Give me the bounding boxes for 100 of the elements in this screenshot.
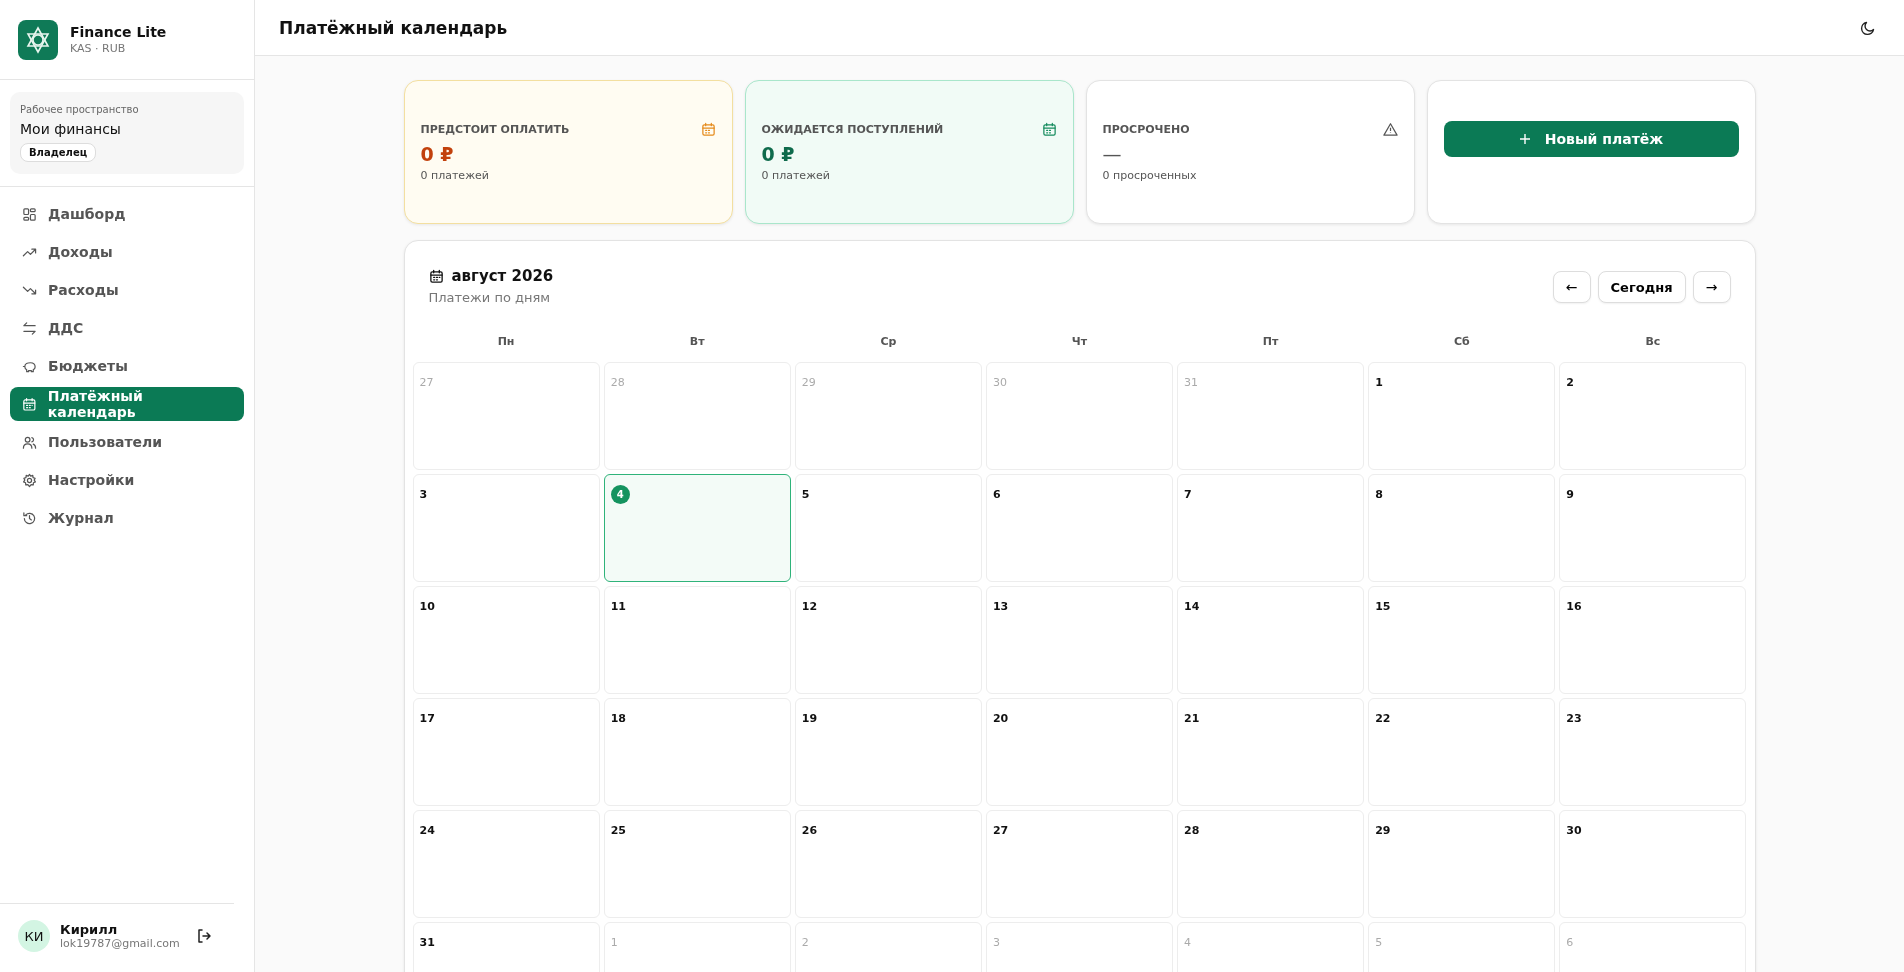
weekday-label: Чт (1070, 335, 1089, 350)
weekday-label: Ср (879, 335, 898, 350)
day-number: 13 (992, 600, 1009, 613)
logout-icon[interactable] (195, 928, 212, 944)
workspace-card[interactable]: Рабочее пространство Мои финансы Владелец (10, 92, 244, 174)
sidebar-item[interactable]: Доходы (10, 235, 244, 269)
day-cell[interactable]: 31 (412, 922, 600, 972)
day-number: 18 (610, 712, 626, 725)
day-number: 2 (801, 936, 809, 949)
day-cell[interactable]: 19 (794, 698, 982, 806)
new-payment-button[interactable]: Новый платёж (1443, 121, 1739, 157)
today-button[interactable]: Сегодня (1597, 271, 1686, 303)
day-number: 26 (801, 824, 818, 837)
sidebar-item[interactable]: Бюджеты (10, 349, 244, 383)
day-cell[interactable]: 28 (1177, 810, 1365, 918)
weekday-label: Пн (496, 335, 516, 350)
next-month-button[interactable]: → (1692, 271, 1731, 303)
day-number: 6 (992, 488, 1001, 501)
page-title: Платёжный календарь (279, 17, 508, 38)
day-cell[interactable]: 13 (985, 586, 1174, 694)
day-number: 3 (419, 488, 428, 501)
sidebar-item[interactable]: ДДС (10, 311, 244, 345)
day-number: 15 (1375, 600, 1391, 613)
day-cell[interactable]: 4 (603, 474, 791, 582)
day-number: 10 (419, 600, 435, 613)
day-cell[interactable]: 17 (412, 698, 600, 806)
stat-value: 0 ₽ (761, 143, 796, 165)
stat-title: ОЖИДАЕТСЯ ПОСТУПЛЕНИЙ (761, 123, 944, 136)
day-number: 24 (419, 824, 435, 837)
swap-arrows-icon (22, 320, 37, 336)
day-number: 19 (801, 712, 818, 725)
day-number: 3 (992, 936, 1000, 949)
day-cell[interactable]: 9 (1559, 474, 1747, 582)
day-cell[interactable]: 21 (1177, 698, 1365, 806)
history-icon (22, 510, 37, 526)
calendar-subtitle: Платежи по дням (428, 290, 552, 305)
stat-note: 0 просроченных (1102, 169, 1198, 182)
day-cell[interactable]: 10 (412, 586, 600, 694)
day-number: 20 (992, 712, 1009, 725)
stat-note: 0 платежей (761, 169, 831, 182)
day-cell[interactable]: 14 (1177, 586, 1365, 694)
day-cell[interactable]: 22 (1368, 698, 1556, 806)
day-cell[interactable]: 3 (412, 474, 600, 582)
stat-note: 0 платежей (420, 169, 490, 182)
day-number: 5 (1375, 936, 1383, 949)
grid-icon (22, 206, 37, 222)
sidebar-item[interactable]: Дашборд (10, 197, 244, 231)
day-number: 7 (1184, 488, 1192, 501)
day-cell[interactable]: 15 (1368, 586, 1556, 694)
stat-title: ПРЕДСТОИТ ОПЛАТИТЬ (420, 123, 570, 136)
day-cell[interactable]: 1 (1368, 362, 1556, 470)
day-cell[interactable]: 7 (1177, 474, 1365, 582)
weekday-label: Сб (1452, 335, 1471, 350)
day-cell[interactable]: 18 (603, 698, 791, 806)
workspace-caption: Рабочее пространство (20, 104, 139, 115)
day-number: 30 (1566, 824, 1582, 837)
day-cell[interactable]: 6 (985, 474, 1174, 582)
day-cell[interactable]: 23 (1559, 698, 1747, 806)
day-number: 16 (1566, 600, 1582, 613)
day-cell[interactable]: 2 (1559, 362, 1747, 470)
day-cell[interactable]: 5 (794, 474, 982, 582)
calendar-icon (22, 396, 37, 412)
user-email: lok19787@gmail.com (60, 937, 180, 950)
stat-value: 0 ₽ (420, 143, 455, 165)
day-cell[interactable]: 26 (794, 810, 982, 918)
moon-icon[interactable] (1860, 19, 1876, 36)
day-number: 27 (419, 376, 434, 389)
day-cell[interactable]: 20 (985, 698, 1174, 806)
day-cell[interactable]: 16 (1559, 586, 1747, 694)
day-cell[interactable]: 11 (603, 586, 791, 694)
day-number: 12 (801, 600, 818, 613)
sidebar-item[interactable]: Пользователи (10, 425, 244, 459)
sidebar-item[interactable]: Журнал (10, 501, 244, 535)
day-cell[interactable]: 24 (412, 810, 600, 918)
day-cell[interactable]: 30 (1559, 810, 1747, 918)
sidebar-item[interactable]: Расходы (10, 273, 244, 307)
day-number: 28 (1184, 824, 1200, 837)
day-cell[interactable]: 25 (603, 810, 791, 918)
day-number: 28 (610, 376, 625, 389)
day-cell[interactable]: 8 (1368, 474, 1556, 582)
app-subtitle: KAS · RUB (70, 42, 127, 55)
workspace-name: Мои финансы (20, 121, 121, 137)
day-number: 23 (1566, 712, 1582, 725)
user-avatar: КИ (18, 920, 50, 952)
role-badge: Владелец (20, 143, 97, 162)
day-number: 1 (1375, 376, 1383, 389)
weekday-label: Вт (688, 335, 706, 350)
day-cell[interactable]: 12 (794, 586, 982, 694)
weekday-label: Пт (1261, 335, 1280, 350)
sidebar-item[interactable]: Платёжный календарь (10, 387, 244, 421)
day-number: 25 (610, 824, 626, 837)
sidebar-item[interactable]: Настройки (10, 463, 244, 497)
calendar-icon (428, 268, 444, 284)
day-cell[interactable]: 27 (985, 810, 1174, 918)
day-number: 31 (1184, 376, 1199, 389)
day-number: 22 (1375, 712, 1391, 725)
day-number: 2 (1566, 376, 1574, 389)
previous-month-button[interactable]: ← (1552, 271, 1591, 303)
weekday-label: Вс (1644, 335, 1662, 350)
day-cell[interactable]: 29 (1368, 810, 1556, 918)
